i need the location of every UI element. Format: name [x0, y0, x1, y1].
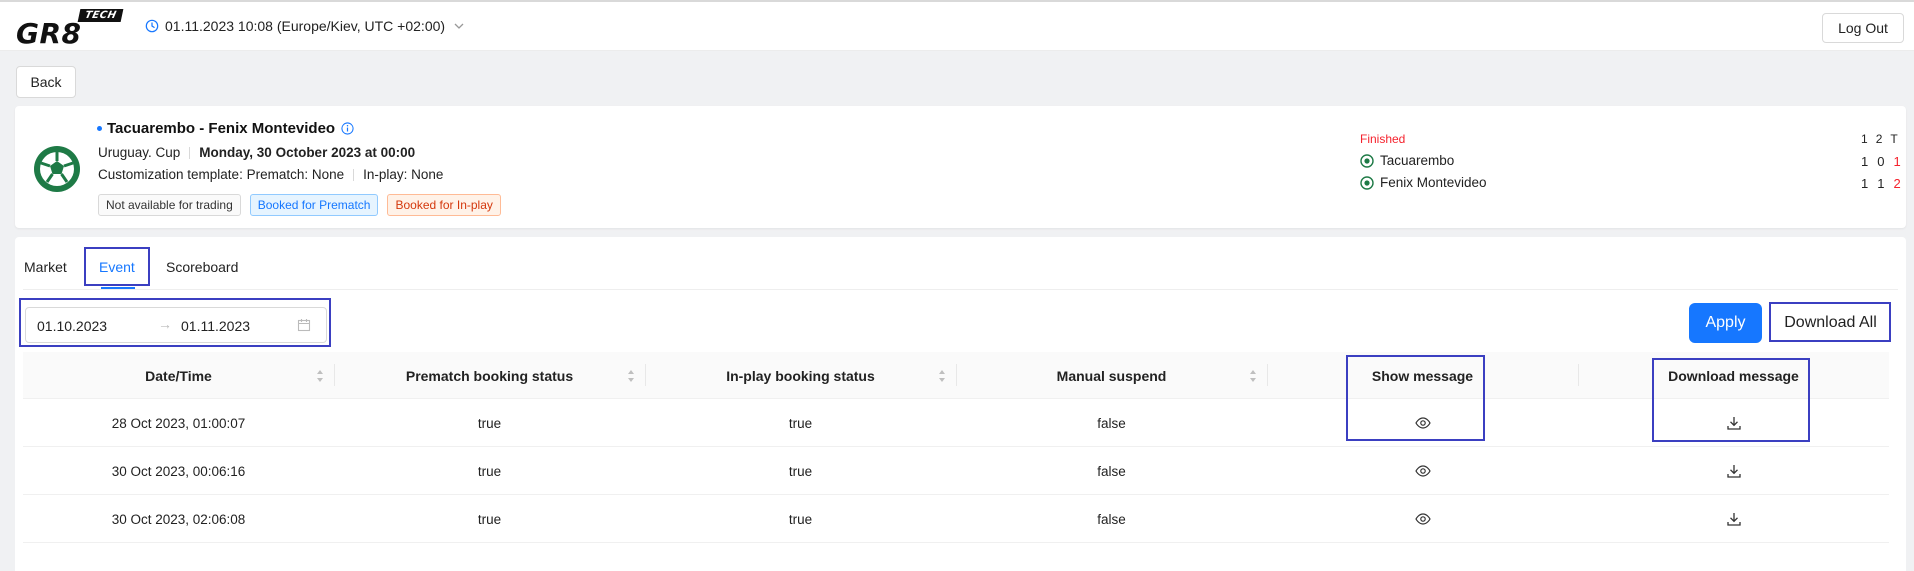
logo-badge: TECH — [77, 9, 124, 22]
cell-datetime: 28 Oct 2023, 01:00:07 — [111, 415, 246, 431]
column-label: Prematch booking status — [405, 367, 574, 384]
event-league: Uruguay. Cup — [98, 145, 181, 160]
customization-template: Customization template: Prematch: None I… — [98, 167, 443, 182]
logo-text: GR8 — [16, 17, 82, 50]
live-dot — [97, 126, 102, 131]
table-row: 30 Oct 2023, 02:06:08 true true false — [23, 495, 1889, 543]
table-row: 30 Oct 2023, 00:06:16 true true false — [23, 447, 1889, 495]
divider — [189, 146, 191, 159]
highlight-box-event-tab — [84, 247, 150, 286]
team-icon — [1360, 153, 1374, 168]
cell-suspend: false — [1097, 463, 1126, 479]
apply-button[interactable]: Apply — [1689, 303, 1762, 343]
team-home: Tacuarembo — [1360, 153, 1454, 168]
team-away: Fenix Montevideo — [1360, 175, 1487, 190]
tag-not-available: Not available for trading — [98, 194, 241, 216]
cell-download-message — [1578, 495, 1889, 543]
score-header: 1 2 T — [1861, 132, 1898, 146]
inplay-template: In-play: None — [363, 167, 444, 182]
event-meta: Uruguay. Cup Monday, 30 October 2023 at … — [98, 145, 415, 160]
event-card: Tacuarembo - Fenix Montevideo Uruguay. C… — [15, 106, 1906, 228]
prematch-template: Prematch: None — [246, 167, 345, 182]
info-icon[interactable] — [341, 122, 354, 135]
team-icon — [1360, 175, 1374, 190]
cell-prematch: true — [477, 511, 502, 527]
clock-icon — [145, 19, 159, 33]
score-period-2: 2 — [1875, 132, 1883, 146]
column-header-inplay[interactable]: In-play booking status — [645, 352, 956, 399]
event-name: Tacuarembo - Fenix Montevideo — [107, 120, 336, 137]
sort-icon[interactable] — [627, 369, 635, 383]
event-date: Monday, 30 October 2023 at 00:00 — [199, 145, 416, 160]
table-row: 28 Oct 2023, 01:00:07 true true false — [23, 399, 1889, 447]
cell-inplay: true — [788, 415, 813, 431]
highlight-box-show-message — [1346, 355, 1485, 441]
cell-suspend: false — [1097, 511, 1126, 527]
column-label: In-play booking status — [726, 367, 875, 384]
cell-download-message — [1578, 447, 1889, 495]
score-value: 1 — [1861, 176, 1869, 191]
gr8-tech-logo: GR8 TECH — [16, 7, 126, 50]
event-status: Finished — [1360, 132, 1406, 146]
chevron-down-icon — [454, 23, 464, 29]
column-header-prematch[interactable]: Prematch booking status — [334, 352, 645, 399]
highlight-box-date-range — [19, 298, 331, 347]
highlight-box-download-message — [1652, 358, 1810, 442]
tag-booked-inplay: Booked for In-play — [387, 194, 501, 216]
sort-icon[interactable] — [1249, 369, 1257, 383]
football-icon — [34, 146, 80, 192]
tag-booked-prematch: Booked for Prematch — [249, 194, 379, 216]
column-label: Date/Time — [145, 367, 212, 384]
score-total-value: 2 — [1893, 176, 1901, 191]
eye-icon[interactable] — [1414, 463, 1431, 479]
eye-icon[interactable] — [1414, 511, 1431, 527]
cell-datetime: 30 Oct 2023, 02:06:08 — [111, 511, 246, 527]
column-label: Manual suspend — [1056, 367, 1167, 384]
download-icon[interactable] — [1726, 511, 1742, 527]
highlight-box-download-all — [1769, 302, 1891, 342]
team-away-score: 1 1 2 — [1861, 176, 1901, 191]
score-period-1: 1 — [1861, 132, 1868, 146]
divider — [353, 168, 355, 181]
download-icon[interactable] — [1726, 463, 1742, 479]
score-value: 1 — [1861, 154, 1869, 169]
sort-icon[interactable] — [316, 369, 324, 383]
sort-icon[interactable] — [938, 369, 946, 383]
cell-inplay: true — [788, 511, 813, 527]
team-home-score: 1 0 1 — [1861, 154, 1901, 169]
team-name: Tacuarembo — [1380, 153, 1455, 168]
cell-show-message — [1267, 447, 1578, 495]
timezone-selector[interactable]: 01.11.2023 10:08 (Europe/Kiev, UTC +02:0… — [145, 18, 465, 34]
score-value: 1 — [1877, 176, 1885, 191]
customization-label: Customization template: — [98, 167, 243, 182]
event-title: Tacuarembo - Fenix Montevideo — [97, 120, 354, 137]
tabs-divider — [23, 289, 1898, 290]
cell-prematch: true — [477, 463, 502, 479]
cell-show-message — [1267, 495, 1578, 543]
table-header: Date/Time Prematch booking status In-pla… — [23, 352, 1889, 399]
column-header-datetime[interactable]: Date/Time — [23, 352, 334, 399]
cell-prematch: true — [477, 415, 502, 431]
cell-suspend: false — [1097, 415, 1126, 431]
score-value: 0 — [1877, 154, 1885, 169]
back-button[interactable]: Back — [16, 66, 76, 98]
score-total: T — [1890, 132, 1898, 146]
team-name: Fenix Montevideo — [1380, 175, 1487, 190]
tab-market[interactable]: Market — [24, 259, 67, 275]
tab-scoreboard[interactable]: Scoreboard — [166, 259, 238, 275]
booking-tags: Not available for trading Booked for Pre… — [98, 194, 501, 216]
logout-button[interactable]: Log Out — [1822, 13, 1904, 43]
cell-inplay: true — [788, 463, 813, 479]
score-total-value: 1 — [1893, 154, 1901, 169]
column-header-manual-suspend[interactable]: Manual suspend — [956, 352, 1267, 399]
cell-datetime: 30 Oct 2023, 00:06:16 — [111, 463, 246, 479]
current-datetime: 01.11.2023 10:08 (Europe/Kiev, UTC +02:0… — [165, 18, 446, 34]
top-bar: GR8 TECH 01.11.2023 10:08 (Europe/Kiev, … — [0, 0, 1914, 51]
